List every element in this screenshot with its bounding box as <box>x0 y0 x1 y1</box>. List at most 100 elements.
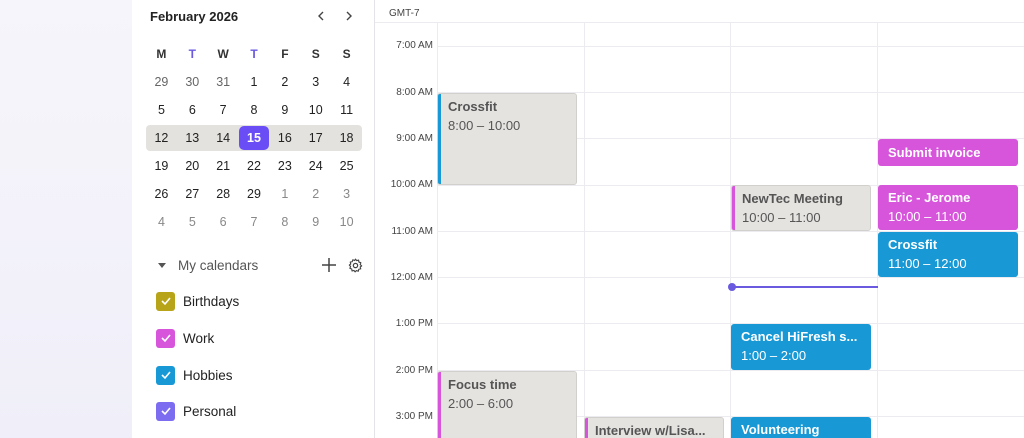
day-cell[interactable]: 14 <box>208 126 239 150</box>
event-crossfit[interactable]: Crossfit 8:00 – 10:00 <box>437 93 577 185</box>
sidebar: February 2026 M T W T F S S 29 30 31 1 2… <box>132 0 374 438</box>
day-cell[interactable]: 4 <box>146 210 177 234</box>
chevron-right-icon <box>346 11 352 21</box>
event-focus-time[interactable]: Focus time 2:00 – 6:00 <box>437 371 577 438</box>
event-submit-invoice[interactable]: Submit invoice <box>878 139 1018 166</box>
calendar-item-hobbies[interactable]: Hobbies <box>156 364 233 386</box>
hour-label: 10:00 AM <box>390 179 433 190</box>
weekday-label: T <box>250 47 258 61</box>
day-cell[interactable]: 18 <box>331 126 362 150</box>
day-cell[interactable]: 11 <box>331 98 362 122</box>
weekday-label: M <box>156 47 167 61</box>
day-cell[interactable]: 2 <box>300 182 331 206</box>
event-cancel-hifresh[interactable]: Cancel HiFresh s... 1:00 – 2:00 <box>731 324 871 370</box>
day-cell[interactable]: 6 <box>177 98 208 122</box>
prev-month-button[interactable] <box>312 7 330 25</box>
event-time: 10:00 – 11:00 <box>742 210 821 225</box>
add-calendar-button[interactable] <box>320 256 338 274</box>
selected-week-row: 12 13 14 15 16 17 18 <box>146 124 362 152</box>
day-cell[interactable]: 8 <box>239 98 270 122</box>
day-cell[interactable]: 10 <box>331 210 362 234</box>
my-calendars-header[interactable]: My calendars <box>158 255 364 275</box>
calendar-settings-button[interactable] <box>346 256 364 274</box>
header-divider <box>375 22 1024 23</box>
week-row: 4 5 6 7 8 9 10 <box>146 208 362 236</box>
day-cell[interactable]: 5 <box>177 210 208 234</box>
today-cell[interactable]: 15 <box>239 126 269 150</box>
check-icon <box>160 407 171 416</box>
calendar-item-birthdays[interactable]: Birthdays <box>156 290 239 312</box>
day-cell[interactable]: 29 <box>239 182 270 206</box>
event-title: Crossfit <box>888 237 938 252</box>
day-cell[interactable]: 4 <box>331 70 362 94</box>
day-cell[interactable]: 8 <box>269 210 300 234</box>
day-cell[interactable]: 25 <box>331 154 362 178</box>
day-cell[interactable]: 27 <box>177 182 208 206</box>
day-cell[interactable]: 7 <box>239 210 270 234</box>
next-month-button[interactable] <box>340 7 358 25</box>
day-cell[interactable]: 20 <box>177 154 208 178</box>
day-column-divider <box>877 22 878 438</box>
event-newtec-meeting[interactable]: NewTec Meeting 10:00 – 11:00 <box>731 185 871 231</box>
day-cell[interactable]: 26 <box>146 182 177 206</box>
day-cell[interactable]: 9 <box>300 210 331 234</box>
day-cell[interactable]: 1 <box>239 70 270 94</box>
checkbox-checked[interactable] <box>156 365 175 385</box>
event-interview[interactable]: Interview w/Lisa... <box>584 417 724 438</box>
day-cell[interactable]: 22 <box>239 154 270 178</box>
event-color-stripe <box>732 186 735 230</box>
day-cell[interactable]: 28 <box>208 182 239 206</box>
event-volunteering[interactable]: Volunteering <box>731 417 871 438</box>
day-cell[interactable]: 21 <box>208 154 239 178</box>
day-cell[interactable]: 5 <box>146 98 177 122</box>
event-time: 1:00 – 2:00 <box>741 348 807 363</box>
day-cell[interactable]: 23 <box>269 154 300 178</box>
event-title: Submit invoice <box>888 145 981 160</box>
event-eric-jerome[interactable]: Eric - Jerome 10:00 – 11:00 <box>878 185 1018 230</box>
day-cell[interactable]: 3 <box>331 182 362 206</box>
checkbox-checked[interactable] <box>156 401 175 421</box>
hour-label: 9:00 AM <box>396 133 433 144</box>
week-row: 5 6 7 8 9 10 11 <box>146 96 362 124</box>
day-cell[interactable]: 29 <box>146 70 177 94</box>
day-cell[interactable]: 24 <box>300 154 331 178</box>
checkbox-checked[interactable] <box>156 328 175 348</box>
day-cell[interactable]: 12 <box>146 126 177 150</box>
weekday-header: M T W T F S S <box>146 40 362 68</box>
calendar-item-work[interactable]: Work <box>156 327 214 349</box>
caret-down-icon[interactable] <box>158 262 166 268</box>
day-cell[interactable]: 3 <box>300 70 331 94</box>
event-time: 11:00 – 12:00 <box>888 256 967 271</box>
day-cell[interactable]: 1 <box>269 182 300 206</box>
checkbox-checked[interactable] <box>156 291 175 311</box>
hour-label: 12:00 AM <box>390 272 433 283</box>
event-time: 8:00 – 10:00 <box>448 118 521 133</box>
day-cell[interactable]: 17 <box>300 126 331 150</box>
event-crossfit-2[interactable]: Crossfit 11:00 – 12:00 <box>878 232 1018 277</box>
chevron-left-icon <box>318 11 324 21</box>
day-cell[interactable]: 6 <box>208 210 239 234</box>
hour-label: 11:00 AM <box>391 226 433 237</box>
calendar-label: Birthdays <box>183 293 240 309</box>
day-cell[interactable]: 19 <box>146 154 177 178</box>
hour-label: 7:00 AM <box>396 40 433 51</box>
day-column-divider <box>584 22 585 438</box>
day-cell[interactable]: 16 <box>269 126 300 150</box>
week-row: 26 27 28 29 1 2 3 <box>146 180 362 208</box>
current-time-line <box>732 286 878 288</box>
mini-calendar-grid: M T W T F S S 29 30 31 1 2 3 4 5 6 7 8 9… <box>146 40 362 236</box>
hour-label: 8:00 AM <box>396 87 433 98</box>
event-title: Focus time <box>448 377 517 392</box>
calendar-label: Work <box>183 330 215 346</box>
day-cell[interactable]: 31 <box>208 70 239 94</box>
calendar-item-personal[interactable]: Personal <box>156 400 236 422</box>
event-time: 2:00 – 6:00 <box>448 396 514 411</box>
day-cell[interactable]: 10 <box>300 98 331 122</box>
day-cell[interactable]: 30 <box>177 70 208 94</box>
day-cell[interactable]: 2 <box>269 70 300 94</box>
day-cell[interactable]: 9 <box>269 98 300 122</box>
day-cell[interactable]: 7 <box>208 98 239 122</box>
week-schedule: GMT-7 7:00 AM 8:00 AM 9:00 AM 10:00 AM 1… <box>375 0 1024 438</box>
week-row: 29 30 31 1 2 3 4 <box>146 68 362 96</box>
day-cell[interactable]: 13 <box>177 126 208 150</box>
